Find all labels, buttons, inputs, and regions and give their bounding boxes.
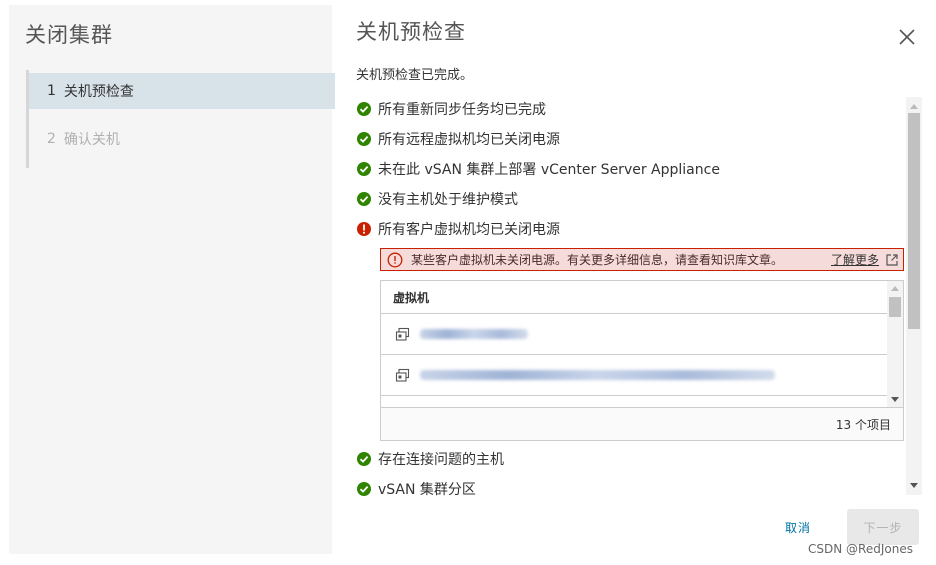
step-confirm-shutdown[interactable]: 2 确认关机	[29, 121, 335, 157]
next-button[interactable]: 下一步	[847, 509, 919, 545]
check-item-maintenance: 没有主机处于维护模式	[356, 188, 896, 210]
check-item-connectivity: 存在连接问题的主机	[356, 448, 896, 470]
check-label: 所有客户虚拟机均已关闭电源	[378, 222, 560, 238]
step-number: 1	[47, 83, 56, 99]
alert-text: 某些客户虚拟机未关闭电源。有关更多详细信息，请查看知识库文章。	[411, 253, 784, 267]
scroll-down-arrow-icon[interactable]	[887, 393, 903, 407]
wizard-nav-panel: 关闭集群 1 关机预检查 2 确认关机	[9, 5, 335, 554]
vm-name-redacted	[420, 329, 528, 339]
step-label: 确认关机	[63, 132, 120, 148]
close-button[interactable]	[895, 25, 919, 49]
table-row[interactable]	[381, 314, 887, 355]
precheck-summary: 关机预检查已完成。	[356, 68, 474, 83]
check-label: vSAN 集群分区	[378, 482, 476, 498]
vm-datagrid: 虚拟机 13 个项目	[380, 280, 904, 441]
alert-exclamation-icon	[387, 252, 403, 267]
learn-more-link[interactable]: 了解更多	[831, 251, 899, 268]
check-item-guest-vms: 所有客户虚拟机均已关闭电源	[356, 218, 896, 240]
success-check-icon	[357, 482, 371, 496]
scroll-down-arrow-icon[interactable]	[906, 479, 922, 493]
item-count: 13 个项目	[835, 417, 891, 432]
step-label: 关机预检查	[63, 84, 134, 100]
grid-scrollbar[interactable]	[887, 281, 903, 407]
column-header-vm[interactable]: 虚拟机	[381, 281, 887, 314]
watermark: CSDN @RedJones	[808, 542, 913, 556]
check-label: 没有主机处于维护模式	[378, 192, 518, 208]
success-check-icon	[357, 192, 371, 206]
grid-scroll-thumb[interactable]	[889, 297, 901, 317]
scroll-up-arrow-icon[interactable]	[906, 99, 922, 113]
check-item-vcsa: 未在此 vSAN 集群上部署 vCenter Server Appliance	[356, 158, 896, 180]
check-item-remote-vms: 所有远程虚拟机均已关闭电源	[356, 128, 896, 150]
vm-name-redacted	[420, 370, 775, 380]
close-icon	[899, 29, 915, 45]
external-link-icon	[886, 253, 898, 266]
cancel-button[interactable]: 取消	[770, 513, 826, 541]
grid-footer: 13 个项目	[381, 407, 903, 440]
step-shutdown-precheck[interactable]: 1 关机预检查	[29, 73, 335, 109]
check-item-resync: 所有重新同步任务均已完成	[356, 98, 896, 120]
guest-vm-alert: 某些客户虚拟机未关闭电源。有关更多详细信息，请查看知识库文章。 了解更多	[380, 248, 904, 271]
check-item-partition: vSAN 集群分区	[356, 478, 896, 500]
check-label: 所有重新同步任务均已完成	[378, 102, 546, 118]
success-check-icon	[357, 162, 371, 176]
vm-icon	[395, 327, 410, 341]
learn-more-label: 了解更多	[830, 253, 879, 267]
success-check-icon	[357, 452, 371, 466]
wizard-steps: 1 关机预检查 2 确认关机	[26, 70, 335, 168]
step-number: 2	[47, 131, 56, 147]
error-icon	[357, 222, 371, 236]
check-label: 存在连接问题的主机	[378, 452, 504, 468]
check-label: 所有远程虚拟机均已关闭电源	[378, 132, 560, 148]
vm-icon	[395, 368, 410, 382]
scroll-up-arrow-icon[interactable]	[887, 281, 903, 295]
table-row[interactable]	[381, 355, 887, 396]
content-scrollbar[interactable]	[906, 97, 922, 495]
page-title: 关机预检查	[356, 20, 466, 44]
content-scroll-thumb[interactable]	[908, 113, 920, 329]
success-check-icon	[357, 132, 371, 146]
success-check-icon	[357, 102, 371, 116]
check-label: 未在此 vSAN 集群上部署 vCenter Server Appliance	[378, 162, 720, 178]
wizard-title: 关闭集群	[25, 23, 113, 47]
